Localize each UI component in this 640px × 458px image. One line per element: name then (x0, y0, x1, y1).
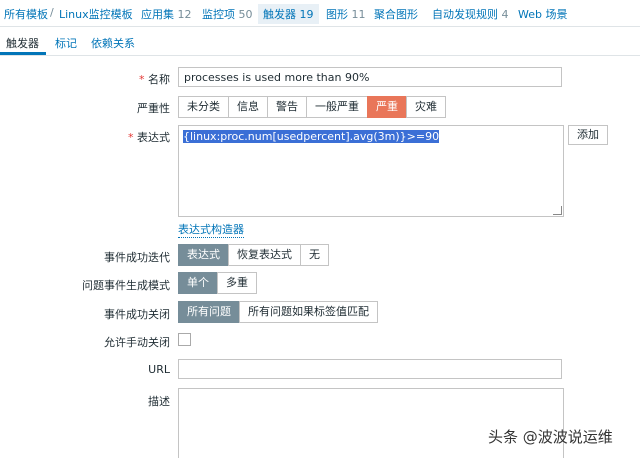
url-label: URL (148, 363, 170, 376)
option-none[interactable]: 无 (300, 244, 329, 266)
option-all-problems[interactable]: 所有问题 (178, 301, 240, 323)
nav-graphs-label: 图形 (326, 8, 348, 21)
option-single[interactable]: 单个 (178, 272, 218, 294)
expression-label-text: 表达式 (137, 131, 170, 144)
expression-builder-link[interactable]: 表达式构造器 (178, 221, 244, 238)
severity-label: 严重性 (137, 102, 170, 115)
option-recovery-expression[interactable]: 恢复表达式 (228, 244, 301, 266)
nav-items[interactable]: 监控项 50 (202, 6, 253, 22)
nav-web[interactable]: Web 场景 (518, 6, 567, 22)
nav-graphs-count: 11 (351, 8, 366, 21)
ok-closes-label: 事件成功关闭 (104, 308, 170, 321)
required-marker: * (128, 131, 134, 144)
description-textarea[interactable] (178, 388, 564, 458)
nav-applications[interactable]: 应用集 12 (141, 6, 192, 22)
breadcrumb-template[interactable]: Linux监控模板 (59, 6, 133, 22)
option-tag-match[interactable]: 所有问题如果标签值匹配 (239, 301, 378, 323)
tab-dependencies[interactable]: 依赖关系 (91, 35, 135, 51)
ok-closes-selector: 所有问题 所有问题如果标签值匹配 (178, 301, 378, 323)
top-nav: 所有模板 / Linux监控模板 应用集 12 监控项 50 触发器 19 图形… (0, 0, 640, 27)
option-multiple[interactable]: 多重 (217, 272, 257, 294)
name-label-text: 名称 (148, 73, 170, 86)
active-tab-indicator (0, 52, 46, 55)
tab-trigger[interactable]: 触发器 (6, 35, 39, 51)
problem-mode-label: 问题事件生成模式 (82, 279, 170, 292)
nav-applications-count: 12 (177, 8, 192, 21)
expression-textarea[interactable]: {linux:proc.num[usedpercent].avg(3m)}>=9… (178, 125, 564, 217)
manual-close-checkbox[interactable] (178, 333, 191, 346)
url-input[interactable] (178, 359, 562, 379)
nav-screens[interactable]: 聚合图形 (374, 6, 418, 22)
breadcrumb-separator: / (50, 6, 54, 19)
severity-average[interactable]: 一般严重 (306, 96, 368, 118)
severity-not-classified[interactable]: 未分类 (178, 96, 229, 118)
description-label: 描述 (148, 395, 170, 408)
ok-event-generation-selector: 表达式 恢复表达式 无 (178, 244, 329, 266)
manual-close-label: 允许手动关闭 (104, 336, 170, 349)
resize-grip-icon[interactable] (553, 206, 562, 215)
name-input[interactable]: processes is used more than 90% (178, 67, 562, 87)
required-marker: * (139, 73, 145, 86)
nav-graphs[interactable]: 图形 11 (326, 6, 366, 22)
nav-items-label: 监控项 (202, 8, 235, 21)
severity-selector: 未分类 信息 警告 一般严重 严重 灾难 (178, 96, 446, 118)
severity-warning[interactable]: 警告 (267, 96, 307, 118)
nav-applications-label: 应用集 (141, 8, 174, 21)
nav-triggers-label: 触发器 (263, 8, 296, 21)
problem-mode-selector: 单个 多重 (178, 272, 257, 294)
severity-disaster[interactable]: 灾难 (406, 96, 446, 118)
breadcrumb-all-templates[interactable]: 所有模板 (4, 6, 48, 22)
option-expression[interactable]: 表达式 (178, 244, 229, 266)
add-button[interactable]: 添加 (568, 125, 608, 145)
severity-information[interactable]: 信息 (228, 96, 268, 118)
nav-discovery[interactable]: 自动发现规则 4 (432, 6, 509, 22)
form-tabs: 触发器 标记 依赖关系 (0, 27, 640, 56)
expression-label: * 表达式 (128, 129, 170, 145)
nav-triggers[interactable]: 触发器 19 (258, 4, 319, 24)
nav-triggers-count: 19 (299, 8, 314, 21)
severity-high[interactable]: 严重 (367, 96, 407, 118)
ok-event-generation-label: 事件成功迭代 (104, 251, 170, 264)
tab-tags[interactable]: 标记 (55, 35, 77, 51)
expression-text: {linux:proc.num[usedpercent].avg(3m)}>=9… (183, 130, 440, 143)
nav-items-count: 50 (238, 8, 253, 21)
nav-discovery-count: 4 (501, 8, 509, 21)
watermark: 头条 @波波说运维 (488, 428, 613, 446)
nav-discovery-label: 自动发现规则 (432, 8, 498, 21)
name-label: * 名称 (139, 71, 170, 87)
